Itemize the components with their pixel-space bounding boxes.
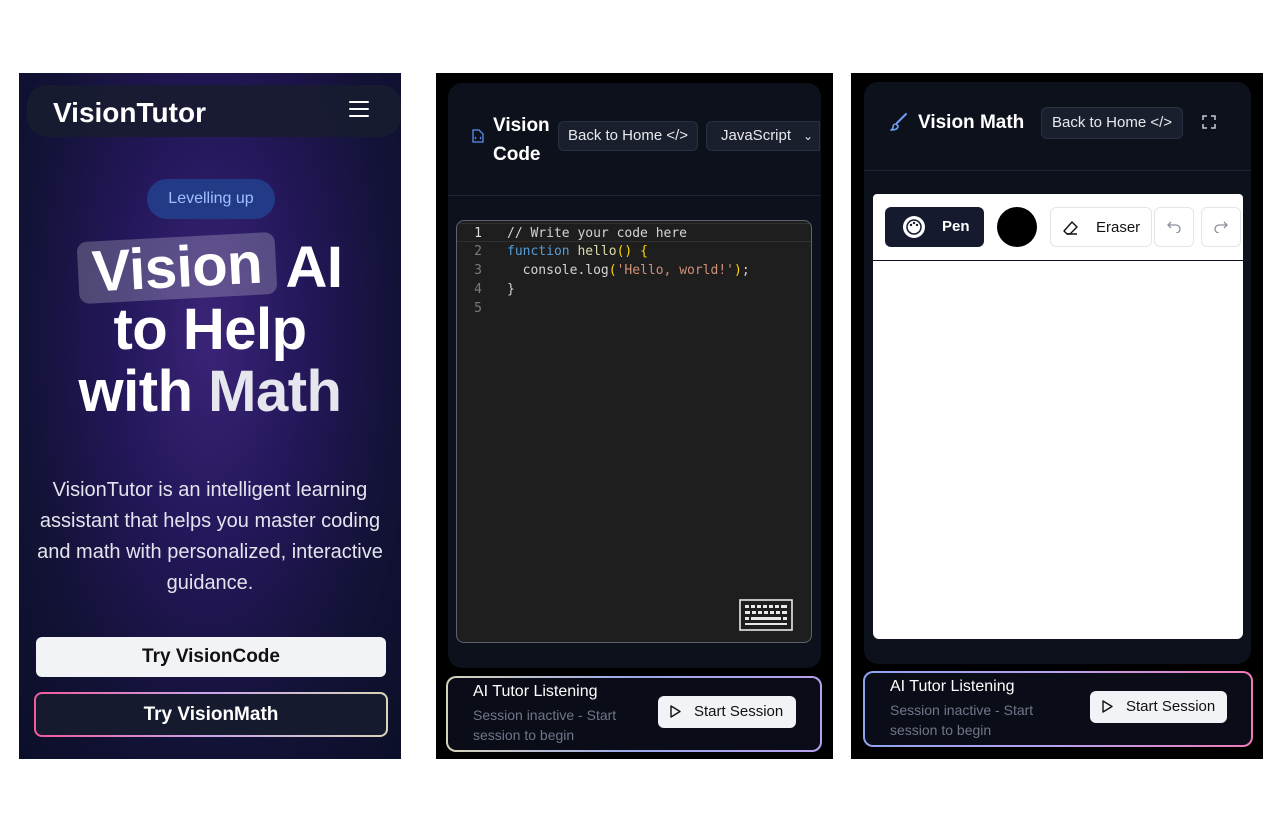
levelling-up-badge: Levelling up [147, 179, 275, 219]
token-call: console.log [522, 263, 609, 278]
line-number: 5 [474, 301, 482, 316]
eraser-icon [1063, 221, 1078, 235]
hero-description: VisionTutor is an intelligent learning a… [37, 479, 383, 594]
headline-word-math: Math [208, 359, 342, 424]
code-line: 1 // Write your code here [457, 223, 811, 242]
line-number: 2 [474, 244, 482, 259]
try-visioncode-button[interactable]: Try VisionCode [36, 637, 386, 677]
hamburger-menu-icon[interactable] [349, 101, 369, 119]
ai-tutor-inner: AI Tutor Listening Session inactive - St… [448, 678, 820, 750]
token-function: hello [569, 244, 617, 259]
redo-button[interactable] [1201, 207, 1241, 247]
try-visionmath-button[interactable]: Try VisionMath [36, 694, 386, 735]
language-select[interactable]: JavaScript ⌄ [706, 121, 820, 151]
start-session-label: Start Session [1126, 698, 1216, 715]
landing-panel: VisionTutor Levelling up Vision AI to Hel… [19, 73, 401, 759]
ai-tutor-title: AI Tutor Listening [473, 683, 598, 700]
keyboard-icon[interactable] [739, 599, 793, 631]
headline-word-ai: AI [285, 235, 343, 300]
code-text: } [507, 282, 515, 297]
token-bracket: ) [733, 263, 742, 278]
color-picker-swatch[interactable] [997, 207, 1037, 247]
math-header: Vision Math Back to Home </> [864, 82, 1251, 171]
play-icon [670, 705, 681, 718]
code-text: function hello() { [507, 242, 648, 261]
fullscreen-icon[interactable] [1202, 115, 1216, 129]
navbar: VisionTutor [27, 85, 401, 137]
title-line-2: Code [493, 144, 541, 165]
code-file-icon [472, 129, 484, 143]
hero-headline: Vision AI to Help with Math [19, 231, 401, 423]
eraser-tool-button[interactable]: Eraser [1050, 207, 1152, 247]
title-line-1: Vision [493, 115, 550, 136]
code-line: 4 } [457, 280, 811, 299]
vision-code-panel: Vision Code Back to Home </> JavaScript … [436, 73, 833, 759]
code-editor[interactable]: 1 // Write your code here 2 function hel… [456, 220, 812, 643]
brush-icon [890, 113, 907, 131]
ai-tutor-status: Session inactive - Start session to begi… [890, 702, 1034, 738]
line-number: 1 [474, 226, 482, 241]
ai-tutor-title: AI Tutor Listening [890, 678, 1015, 695]
math-card: Vision Math Back to Home </> Pen Eraser [864, 82, 1251, 664]
headline-line-1: Vision AI [19, 231, 401, 304]
line-number: 4 [474, 282, 482, 297]
line-number: 3 [474, 263, 482, 278]
ai-tutor-bar: AI Tutor Listening Session inactive - St… [446, 676, 822, 752]
code-card: Vision Code Back to Home </> JavaScript … [448, 83, 821, 668]
eraser-label: Eraser [1096, 219, 1141, 236]
chevron-down-icon: ⌄ [802, 129, 813, 143]
token-keyword: function [507, 244, 570, 259]
start-session-button[interactable]: Start Session [1090, 691, 1227, 723]
pen-tool-button[interactable]: Pen [885, 207, 984, 247]
redo-icon [1214, 221, 1228, 233]
start-session-label: Start Session [694, 703, 784, 720]
vision-math-title: Vision Math [918, 112, 1025, 133]
drawing-canvas[interactable] [873, 261, 1243, 639]
headline-highlight-box: Vision [76, 231, 277, 304]
pen-label: Pen [942, 218, 970, 235]
ai-tutor-bar: AI Tutor Listening Session inactive - St… [863, 671, 1253, 747]
code-header: Vision Code Back to Home </> JavaScript … [448, 83, 821, 196]
language-value: JavaScript [721, 127, 792, 144]
headline-word-with: with [78, 359, 193, 424]
vision-code-title: Vision Code [493, 111, 563, 169]
brand-logo[interactable]: VisionTutor [53, 97, 206, 129]
token-string: 'Hello, world!' [616, 263, 734, 278]
code-line: 2 function hello() { [457, 242, 811, 261]
play-icon [1102, 700, 1113, 713]
back-to-home-button[interactable]: Back to Home </> [558, 121, 698, 151]
headline-line-3: with Math [19, 361, 401, 423]
token-bracket: ( [608, 263, 617, 278]
vision-math-panel: Vision Math Back to Home </> Pen Eraser … [851, 73, 1263, 759]
undo-icon [1167, 221, 1181, 233]
drawing-toolbar: Pen Eraser [873, 194, 1243, 260]
ai-tutor-status: Session inactive - Start session to begi… [473, 707, 617, 743]
back-to-home-button[interactable]: Back to Home </> [1041, 107, 1183, 139]
code-line: 5 [457, 299, 811, 318]
palette-icon [903, 216, 925, 238]
undo-button[interactable] [1154, 207, 1194, 247]
token-semicolon: ; [741, 263, 750, 278]
code-text: console.log('Hello, world!'); [507, 261, 750, 280]
ai-tutor-inner: AI Tutor Listening Session inactive - St… [865, 673, 1251, 745]
start-session-button[interactable]: Start Session [658, 696, 796, 728]
code-line: 3 console.log('Hello, world!'); [457, 261, 811, 280]
headline-line-2: to Help [113, 297, 307, 362]
try-visionmath-button-border: Try VisionMath [34, 692, 388, 737]
token-bracket: () { [616, 244, 648, 259]
code-text: // Write your code here [507, 226, 688, 241]
